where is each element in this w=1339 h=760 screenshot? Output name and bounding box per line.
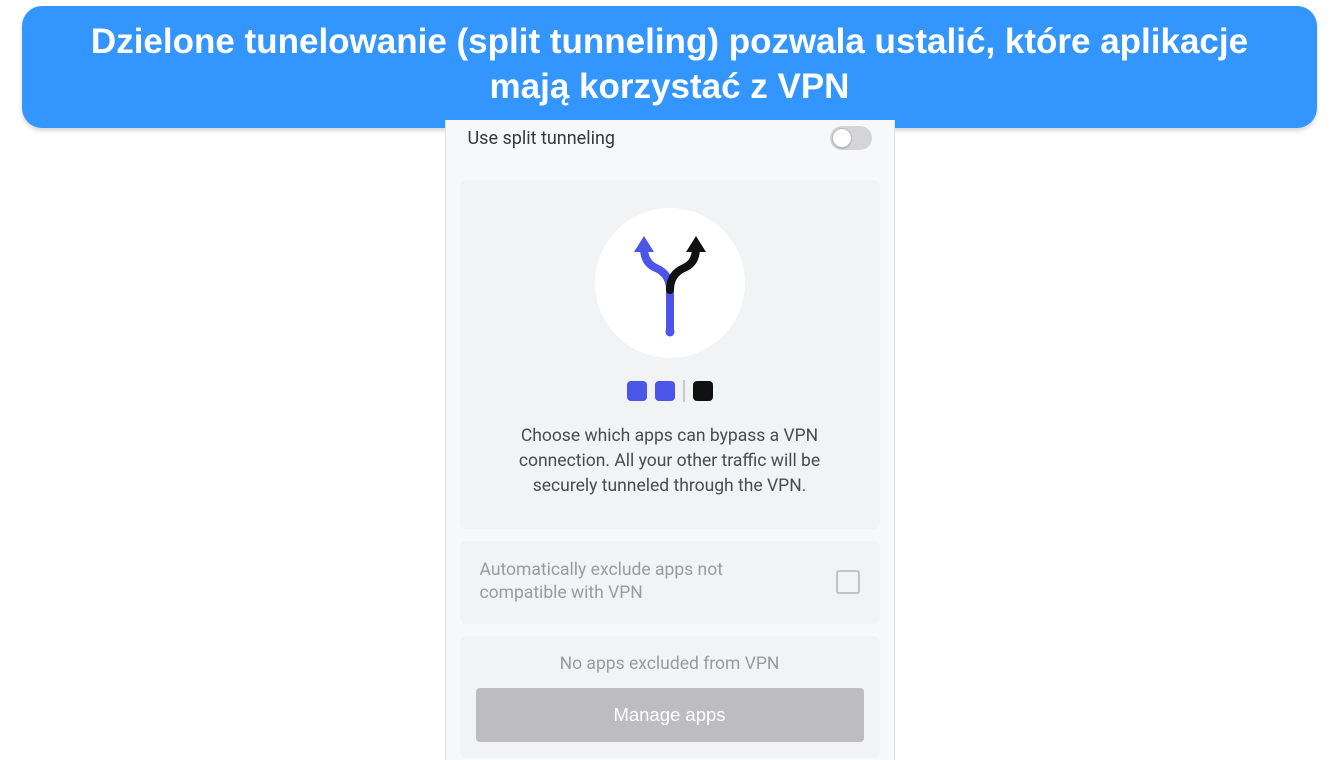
split-tunneling-info-card: Choose which apps can bypass a VPN conne… <box>460 180 880 529</box>
use-split-tunneling-toggle[interactable] <box>830 126 872 150</box>
banner-text: Dzielone tunelowanie (split tunneling) p… <box>52 20 1287 110</box>
use-split-tunneling-row[interactable]: Use split tunneling <box>446 120 894 168</box>
split-arrows-icon <box>620 228 720 338</box>
info-description: Choose which apps can bypass a VPN conne… <box>480 424 860 499</box>
legend-blue-square <box>655 381 675 401</box>
split-arrows-illustration <box>595 208 745 358</box>
auto-exclude-checkbox[interactable] <box>836 570 860 594</box>
manage-apps-button[interactable]: Manage apps <box>476 688 864 742</box>
auto-exclude-label: Automatically exclude apps not compatibl… <box>480 559 780 606</box>
excluded-apps-card: No apps excluded from VPN Manage apps <box>460 636 880 758</box>
color-legend <box>480 380 860 402</box>
legend-black-square <box>693 381 713 401</box>
toggle-knob <box>832 128 852 148</box>
auto-exclude-row[interactable]: Automatically exclude apps not compatibl… <box>460 541 880 624</box>
explainer-banner: Dzielone tunelowanie (split tunneling) p… <box>22 6 1317 128</box>
app-panel: Use split tunneling Choose which apps ca… <box>445 120 895 760</box>
no-apps-text: No apps excluded from VPN <box>476 654 864 674</box>
use-split-tunneling-label: Use split tunneling <box>468 128 616 149</box>
legend-divider <box>683 380 685 402</box>
legend-blue-square <box>627 381 647 401</box>
